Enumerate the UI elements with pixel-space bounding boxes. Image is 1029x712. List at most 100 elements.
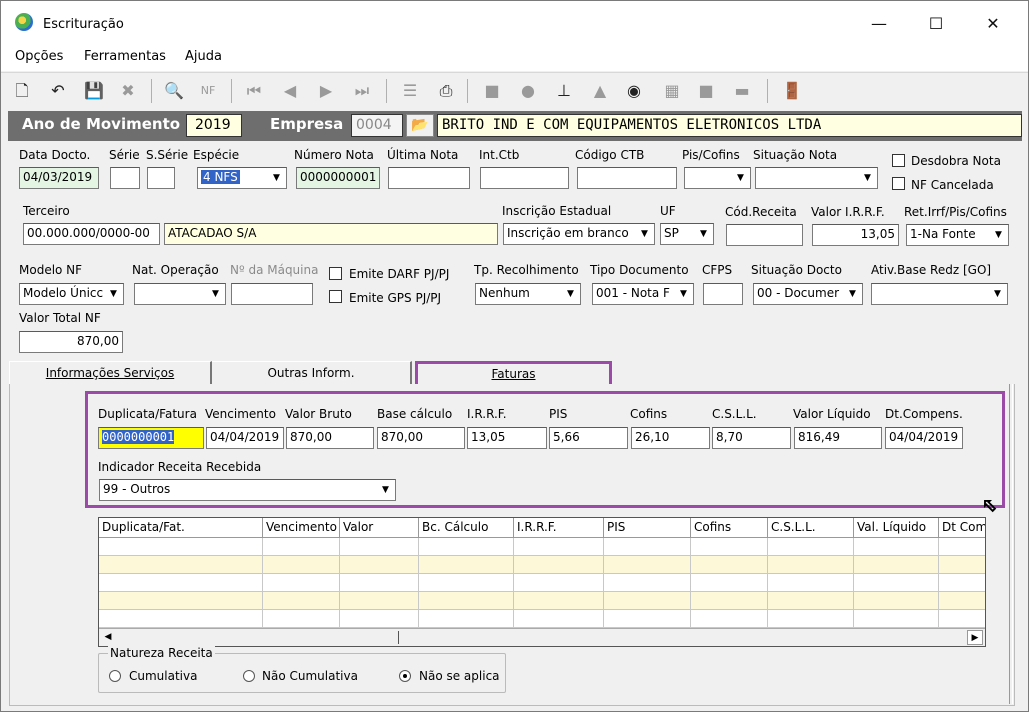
table-cell[interactable] <box>514 610 604 628</box>
scroll-left-icon[interactable]: ◀ <box>101 630 115 645</box>
money-icon[interactable]: ◉ <box>623 80 645 102</box>
data-docto-field[interactable]: 04/03/2019 <box>19 167 99 189</box>
table-cell[interactable] <box>691 592 768 610</box>
table-icon[interactable]: ▦ <box>661 80 683 102</box>
grid-header-pis[interactable]: PIS <box>604 518 691 538</box>
table-cell[interactable] <box>768 610 854 628</box>
table-cell[interactable] <box>691 538 768 556</box>
table-row[interactable] <box>99 592 985 610</box>
table-cell[interactable] <box>99 538 263 556</box>
save-icon[interactable]: 💾 <box>83 80 105 102</box>
list-icon[interactable]: ☰ <box>399 80 421 102</box>
cfps-field[interactable] <box>703 283 743 305</box>
ativ-base-select[interactable]: ▼ <box>871 283 1008 305</box>
table-cell[interactable] <box>263 610 340 628</box>
valor-bruto-field[interactable]: 870,00 <box>286 427 374 449</box>
chevron-down-icon[interactable]: ▼ <box>732 169 749 187</box>
table-cell[interactable] <box>854 592 939 610</box>
table-cell[interactable] <box>340 574 419 592</box>
grid-header-valor[interactable]: Valor <box>340 518 419 538</box>
table-cell[interactable] <box>939 592 985 610</box>
table-cell[interactable] <box>939 538 985 556</box>
table-cell[interactable] <box>768 592 854 610</box>
irrf-field[interactable]: 13,05 <box>467 427 547 449</box>
table-cell[interactable] <box>514 592 604 610</box>
cofins-field[interactable]: 26,10 <box>631 427 710 449</box>
situacao-nota-select[interactable]: ▼ <box>755 167 878 189</box>
table-cell[interactable] <box>604 592 691 610</box>
maquina-field[interactable] <box>231 283 313 305</box>
table-cell[interactable] <box>99 610 263 628</box>
table-cell[interactable] <box>99 592 263 610</box>
base-calculo-field[interactable]: 870,00 <box>377 427 465 449</box>
grid-header-dt-comp[interactable]: Dt Com <box>939 518 985 538</box>
table-cell[interactable] <box>604 538 691 556</box>
especie-select[interactable]: 4 NFS ▼ <box>197 167 287 189</box>
table-row[interactable] <box>99 574 985 592</box>
uf-select[interactable]: SP ▼ <box>660 223 714 245</box>
minus-icon[interactable]: ▬ <box>731 80 753 102</box>
grid-header-vencimento[interactable]: Vencimento <box>263 518 340 538</box>
emite-darf-checkbox[interactable] <box>329 267 342 280</box>
menu-opcoes[interactable]: Opções <box>15 49 63 64</box>
nf-cancelada-checkbox[interactable] <box>892 177 905 190</box>
table-cell[interactable] <box>854 574 939 592</box>
emite-gps-checkbox[interactable] <box>329 290 342 303</box>
undo-icon[interactable]: ↶ <box>47 80 69 102</box>
situacao-docto-select[interactable]: 00 - Documer ▼ <box>753 283 863 305</box>
table-cell[interactable] <box>691 610 768 628</box>
table-cell[interactable] <box>604 574 691 592</box>
table-row[interactable] <box>99 610 985 628</box>
radio-cumulativa[interactable] <box>109 670 121 682</box>
next-icon[interactable]: ▶ <box>315 80 337 102</box>
square-icon[interactable]: ■ <box>695 80 717 102</box>
codigo-ctb-field[interactable] <box>577 167 677 189</box>
table-cell[interactable] <box>419 592 514 610</box>
table-cell[interactable] <box>340 556 419 574</box>
table-cell[interactable] <box>263 574 340 592</box>
indicador-receita-select[interactable]: 99 - Outros ▼ <box>99 479 396 501</box>
table-row[interactable] <box>99 538 985 556</box>
tipo-documento-select[interactable]: 001 - Nota F ▼ <box>592 283 694 305</box>
valor-irrf-field[interactable]: 13,05 <box>812 224 899 246</box>
table-cell[interactable] <box>854 610 939 628</box>
radio-nao-se-aplica[interactable] <box>399 670 411 682</box>
serie-field[interactable] <box>110 167 140 189</box>
grid-header-bc-calculo[interactable]: Bc. Cálculo <box>419 518 514 538</box>
table-cell[interactable] <box>514 574 604 592</box>
empresa-code-field[interactable]: 0004 <box>351 114 403 137</box>
terceiro-cnpj-field[interactable]: 00.000.000/0000-00 <box>23 223 160 245</box>
print-icon[interactable]: ⎙ <box>435 80 457 102</box>
table-cell[interactable] <box>854 538 939 556</box>
grid-header-cofins[interactable]: Cofins <box>691 518 768 538</box>
scroll-thumb[interactable] <box>117 631 399 644</box>
open-folder-icon[interactable]: 📂 <box>406 114 434 137</box>
grid-header-val-liquido[interactable]: Val. Líquido <box>854 518 939 538</box>
table-cell[interactable] <box>604 610 691 628</box>
chevron-down-icon[interactable]: ▼ <box>636 225 653 243</box>
nfe-icon[interactable]: NF <box>197 80 219 102</box>
csll-field[interactable]: 8,70 <box>712 427 791 449</box>
first-icon[interactable]: ⏮ <box>243 80 265 102</box>
ret-irrf-select[interactable]: 1-Na Fonte ▼ <box>906 224 1009 246</box>
grid-header-duplicata[interactable]: Duplicata/Fat. <box>99 518 263 538</box>
preview-icon[interactable]: 🔍 <box>163 80 185 102</box>
grid-header-irrf[interactable]: I.R.R.F. <box>514 518 604 538</box>
table-cell[interactable] <box>340 610 419 628</box>
menu-ajuda[interactable]: Ajuda <box>185 49 222 64</box>
table-cell[interactable] <box>768 574 854 592</box>
chevron-down-icon[interactable]: ▼ <box>990 226 1007 244</box>
tp-recolhimento-select[interactable]: Nenhum ▼ <box>475 283 581 305</box>
valor-liquido-field[interactable]: 816,49 <box>794 427 882 449</box>
dt-compens-field[interactable]: 04/04/2019 <box>885 427 963 449</box>
duplicata-field[interactable]: 0000000001 <box>98 427 204 449</box>
vencimento-field[interactable]: 04/04/2019 <box>206 427 284 449</box>
table-cell[interactable] <box>768 556 854 574</box>
new-icon[interactable]: 🗋 <box>11 80 33 102</box>
nat-operacao-select[interactable]: ▼ <box>134 283 226 305</box>
chevron-down-icon[interactable]: ▼ <box>105 285 122 303</box>
minimize-button[interactable]: — <box>856 9 902 39</box>
exit-icon[interactable]: 🚪 <box>781 80 803 102</box>
delete-icon[interactable]: ✖ <box>117 80 139 102</box>
book-icon[interactable]: ■ <box>481 80 503 102</box>
